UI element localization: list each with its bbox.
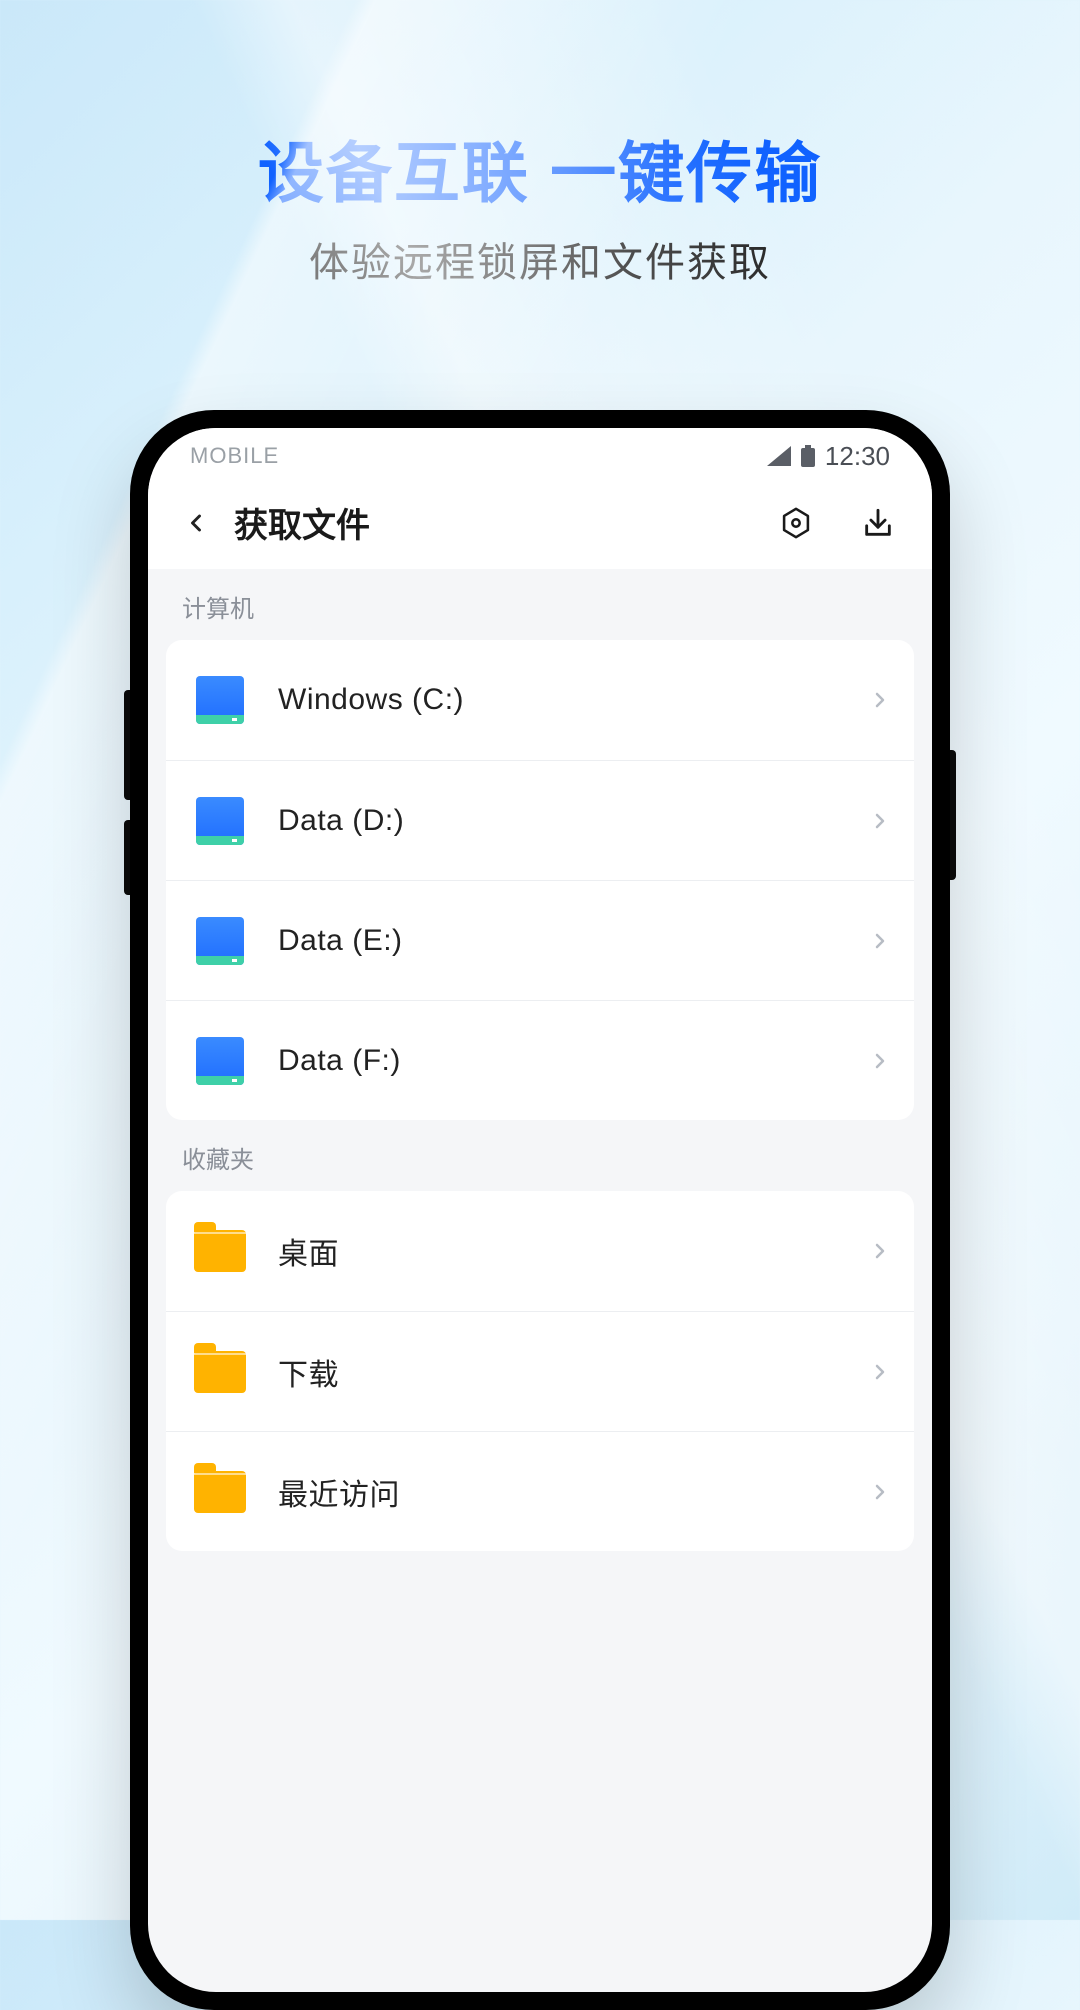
phone-volume-down bbox=[124, 820, 130, 895]
status-bar: MOBILE 12:30 bbox=[148, 428, 932, 484]
drive-label: Windows (C:) bbox=[278, 683, 868, 717]
drive-icon bbox=[196, 917, 244, 965]
battery-icon bbox=[801, 445, 815, 467]
phone-power bbox=[950, 750, 956, 880]
app-header: 获取文件 bbox=[148, 484, 932, 569]
drives-card: Windows (C:) Data (D:) Data (E:) bbox=[166, 640, 914, 1120]
phone-screen: MOBILE 12:30 获取文件 bbox=[148, 428, 932, 1992]
folder-label: 下载 bbox=[278, 1350, 868, 1394]
folder-icon bbox=[194, 1471, 246, 1513]
folder-icon bbox=[194, 1230, 246, 1272]
section-label-computer: 计算机 bbox=[148, 569, 932, 640]
hero: 设备互联 一键传输 体验远程锁屏和文件获取 bbox=[0, 0, 1080, 288]
chevron-right-icon bbox=[868, 1360, 892, 1384]
drive-row[interactable]: Data (E:) bbox=[166, 880, 914, 1000]
clock: 12:30 bbox=[825, 441, 890, 472]
drive-row[interactable]: Data (D:) bbox=[166, 760, 914, 880]
phone-mockup: MOBILE 12:30 获取文件 bbox=[130, 410, 950, 2010]
hero-title: 设备互联 一键传输 bbox=[0, 120, 1080, 216]
hero-subtitle: 体验远程锁屏和文件获取 bbox=[0, 230, 1080, 288]
back-button[interactable] bbox=[174, 501, 218, 545]
chevron-right-icon bbox=[868, 929, 892, 953]
settings-icon[interactable] bbox=[772, 499, 820, 547]
favorites-card: 桌面 下载 最近访问 bbox=[166, 1191, 914, 1551]
screen-title: 获取文件 bbox=[234, 498, 756, 547]
chevron-right-icon bbox=[868, 809, 892, 833]
phone-volume-up bbox=[124, 690, 130, 800]
drive-row[interactable]: Data (F:) bbox=[166, 1000, 914, 1120]
chevron-right-icon bbox=[868, 1239, 892, 1263]
drive-label: Data (F:) bbox=[278, 1044, 868, 1078]
chevron-right-icon bbox=[868, 1480, 892, 1504]
drive-label: Data (D:) bbox=[278, 804, 868, 838]
folder-label: 最近访问 bbox=[278, 1470, 868, 1514]
chevron-right-icon bbox=[868, 1049, 892, 1073]
folder-icon bbox=[194, 1351, 246, 1393]
chevron-right-icon bbox=[868, 688, 892, 712]
folder-row[interactable]: 下载 bbox=[166, 1311, 914, 1431]
drive-label: Data (E:) bbox=[278, 924, 868, 958]
carrier-label: MOBILE bbox=[190, 443, 279, 469]
folder-row[interactable]: 最近访问 bbox=[166, 1431, 914, 1551]
drive-row[interactable]: Windows (C:) bbox=[166, 640, 914, 760]
download-icon[interactable] bbox=[854, 499, 902, 547]
folder-row[interactable]: 桌面 bbox=[166, 1191, 914, 1311]
drive-icon bbox=[196, 797, 244, 845]
drive-icon bbox=[196, 676, 244, 724]
folder-label: 桌面 bbox=[278, 1229, 868, 1273]
signal-icon bbox=[767, 446, 791, 466]
drive-icon bbox=[196, 1037, 244, 1085]
section-label-favorites: 收藏夹 bbox=[148, 1120, 932, 1191]
